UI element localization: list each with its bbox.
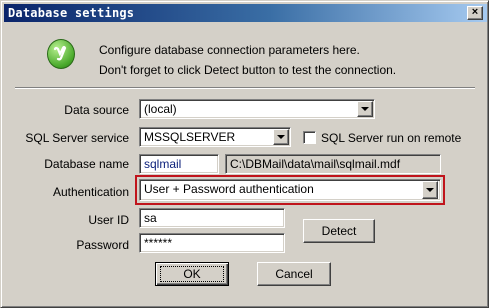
detect-button[interactable]: Detect	[303, 219, 375, 243]
window-title: Database settings	[8, 6, 135, 20]
title-bar[interactable]: Database settings	[4, 4, 487, 22]
green-info-icon	[47, 39, 75, 69]
sql-service-label: SQL Server service	[25, 131, 129, 145]
sql-service-dropdown-button[interactable]	[273, 129, 289, 145]
cancel-button[interactable]: Cancel	[257, 262, 331, 286]
chevron-down-icon	[426, 188, 434, 192]
authentication-select[interactable]: User + Password authentication	[139, 179, 441, 201]
user-id-label: User ID	[88, 213, 129, 227]
database-name-label: Database name	[44, 157, 129, 171]
info-line-2: Don't forget to click Detect button to t…	[99, 63, 397, 77]
ok-button[interactable]: OK	[155, 262, 229, 286]
database-path-field: C:\DBMail\data\mail\sqlmail.mdf	[225, 154, 441, 174]
data-source-select[interactable]: (local)	[139, 99, 375, 119]
close-icon: ×	[471, 6, 479, 18]
database-name-value: sqlmail	[144, 157, 182, 171]
authentication-dropdown-button[interactable]	[422, 181, 438, 199]
data-source-dropdown-button[interactable]	[357, 101, 373, 117]
sql-service-select[interactable]: MSSQLSERVER	[139, 127, 291, 147]
sql-service-value: MSSQLSERVER	[144, 130, 236, 144]
divider	[15, 87, 475, 89]
chevron-down-icon	[361, 107, 369, 111]
password-input[interactable]: ******	[139, 233, 285, 253]
chevron-down-icon	[277, 135, 285, 139]
cancel-button-label: Cancel	[275, 267, 313, 281]
database-name-input[interactable]: sqlmail	[139, 154, 219, 174]
close-button[interactable]: ×	[467, 6, 483, 20]
remote-checkbox[interactable]	[303, 131, 316, 144]
detect-button-label: Detect	[321, 224, 357, 238]
user-id-input[interactable]: sa	[139, 208, 285, 228]
info-line-1: Configure database connection parameters…	[99, 43, 360, 57]
focus-rectangle	[160, 266, 224, 282]
password-value: ******	[144, 236, 173, 250]
authentication-value: User + Password authentication	[144, 182, 314, 196]
dialog-window: Database settings × Configure database c…	[0, 0, 489, 308]
user-id-value: sa	[144, 211, 157, 225]
password-label: Password	[76, 238, 129, 252]
authentication-label: Authentication	[52, 185, 129, 199]
remote-checkbox-label[interactable]: SQL Server run on remote	[321, 131, 461, 145]
data-source-label: Data source	[64, 103, 129, 117]
database-path-value: C:\DBMail\data\mail\sqlmail.mdf	[230, 157, 401, 171]
data-source-value: (local)	[144, 102, 177, 116]
